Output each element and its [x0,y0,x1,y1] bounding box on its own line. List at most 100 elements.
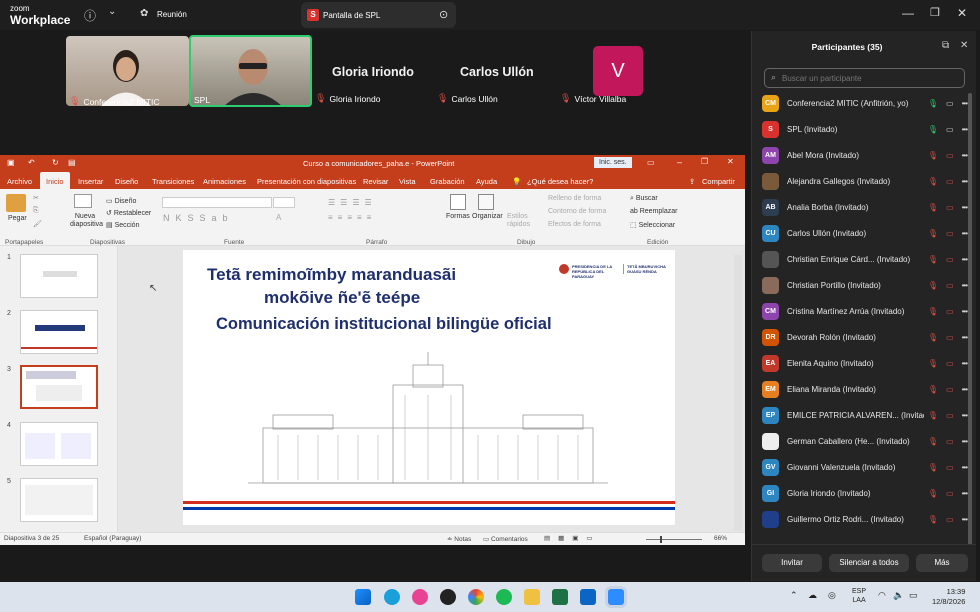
participant-row[interactable]: Christian Portillo (Invitado) 🎙 ▭ ••• [762,272,968,298]
copilot-icon[interactable] [412,589,428,605]
slide-thumbnail[interactable] [20,254,98,298]
mic-status-icon[interactable]: 🎙 [928,359,938,368]
zoom-app-icon[interactable] [608,589,624,605]
present-icon[interactable]: ▤ [68,158,76,167]
camera-status-icon[interactable]: ▭ [946,255,954,264]
new-slide-button[interactable]: Nueva diapositiva [70,213,103,229]
shape-fill-button[interactable]: Relleno de forma [548,195,601,202]
camera-status-icon[interactable]: ▭ [946,203,954,212]
tell-me-search[interactable]: ¿Qué desea hacer? [527,177,593,186]
more-options-icon[interactable]: ••• [962,463,968,472]
more-options-icon[interactable]: ••• [962,203,968,212]
more-options-icon[interactable]: ••• [962,359,968,368]
more-options-icon[interactable]: ••• [962,255,968,264]
screen-share-tab[interactable]: S Pantalla de SPL ⊙ [301,2,456,28]
participant-row[interactable]: Christian Enrique Cárd... (Invitado) 🎙 ▭ ••… [762,246,968,272]
slide[interactable]: Tetã remimoĩmby maranduasãi mokõive ñe'ẽ… [183,250,675,525]
more-options-icon[interactable]: ••• [962,411,968,420]
shapes-button[interactable]: Formas [446,213,470,220]
mic-status-icon[interactable]: 🎙 [928,333,938,342]
more-options-icon[interactable]: ••• [962,125,968,134]
mic-status-icon[interactable]: 🎙 [928,151,938,160]
ribbon-display-icon[interactable]: ▭ [647,158,655,167]
more-options-icon[interactable]: ••• [962,99,968,108]
mic-status-icon[interactable]: 🎙 [928,411,938,420]
tab-revisar[interactable]: Revisar [363,177,388,186]
tab-ayuda[interactable]: Ayuda [476,177,497,186]
close-icon[interactable]: ✕ [960,40,968,51]
paste-button[interactable]: Pegar [8,215,27,222]
close-icon[interactable]: ✕ [957,6,967,20]
mic-status-icon[interactable]: 🎙 [928,489,938,498]
mic-status-icon[interactable]: 🎙 [928,385,938,394]
tab-animaciones[interactable]: Animaciones [203,177,246,186]
outlook-icon[interactable] [580,589,596,605]
layout-button[interactable]: ▭ Diseño [106,197,136,205]
camera-status-icon[interactable]: ▭ [946,151,954,160]
new-slide-icon[interactable] [74,194,92,208]
mute-all-button[interactable]: Silenciar a todos [829,554,909,572]
video-tile-spl-active[interactable]: SPL [189,35,312,107]
undo-icon[interactable]: ↶ [28,158,35,167]
participant-row[interactable]: GI Gloria Iriondo (Invitado) 🎙 ▭ ••• [762,480,968,506]
participant-row[interactable]: EP EMILCE PATRICIA ALVAREN... (Invitado) 🎙… [762,402,968,428]
camera-status-icon[interactable]: ▭ [946,99,954,108]
more-options-icon[interactable]: ••• [962,281,968,290]
camera-status-icon[interactable]: ▭ [946,177,954,186]
replace-button[interactable]: ab Reemplazar [630,208,677,215]
meeting-tab-label[interactable]: Reunión [157,10,187,19]
sign-in-button[interactable]: Inic. ses. [594,157,632,168]
camera-status-icon[interactable]: ▭ [946,281,954,290]
participant-row[interactable]: AM Abel Mora (Invitado) 🎙 ▭ ••• [762,142,968,168]
mic-status-icon[interactable]: 🎙 [928,307,938,316]
battery-icon[interactable]: ▭ [909,590,918,601]
comments-button[interactable]: ▭ Comentarios [483,535,528,543]
mic-status-icon[interactable]: 🎙 [928,255,938,264]
mic-status-icon[interactable]: 🎙 [928,203,938,212]
font-color-icon[interactable]: A [276,213,281,222]
format-painter-icon[interactable]: 🖌 [33,220,42,228]
reset-button[interactable]: ↺ Restablecer [106,209,151,217]
edge-icon[interactable] [384,589,400,605]
zoom-slider[interactable] [646,539,702,540]
font-format-buttons[interactable]: NKSSab [163,213,234,223]
participant-row[interactable]: CM Cristina Martínez Arrúa (Invitado) 🎙 ▭ ••… [762,298,968,324]
quick-styles-button[interactable]: Estilos rápidos [507,213,533,229]
zoom-slider-thumb[interactable] [660,536,662,543]
camera-status-icon[interactable]: ▭ [946,411,954,420]
shape-effects-button[interactable]: Efectos de forma [548,221,601,228]
font-size-select[interactable] [273,197,295,208]
find-button[interactable]: ⌕ Buscar [630,195,658,203]
more-options-icon[interactable]: ••• [962,307,968,316]
chrome-icon[interactable] [468,589,484,605]
slide-thumbnail[interactable] [20,310,98,354]
vertical-scrollbar[interactable] [734,255,742,531]
cloud-icon[interactable]: ☁ [808,590,817,601]
notes-button[interactable]: ≐ Notas [447,535,471,543]
select-button[interactable]: ⬚ Seleccionar [630,221,675,229]
participant-row[interactable]: AB Analia Borba (Invitado) 🎙 ▭ ••• [762,194,968,220]
participant-row[interactable]: EM Eliana Miranda (Invitado) 🎙 ▭ ••• [762,376,968,402]
more-options-icon[interactable]: ••• [962,489,968,498]
mic-status-icon[interactable]: 🎙 [928,281,938,290]
more-options-icon[interactable]: ••• [962,385,968,394]
start-icon[interactable] [355,589,371,605]
participant-row[interactable]: Alejandra Gallegos (Invitado) 🎙 ▭ ••• [762,168,968,194]
restore-icon[interactable]: ❐ [701,157,708,166]
section-button[interactable]: ▤ Sección [106,221,139,229]
chevron-down-icon[interactable]: ⌄ [108,6,116,17]
more-options-icon[interactable]: ••• [962,177,968,186]
file-explorer-icon[interactable] [524,589,540,605]
shape-outline-button[interactable]: Contorno de forma [548,208,606,215]
slide-thumbnail-selected[interactable] [20,365,98,409]
participant-row[interactable]: CU Carlos Ullón (Invitado) 🎙 ▭ ••• [762,220,968,246]
copy-icon[interactable]: ⎘ [33,207,39,215]
cut-icon[interactable]: ✂ [33,194,39,202]
mic-status-icon[interactable]: 🎙 [928,125,938,134]
participant-row[interactable]: Guillermo Ortiz Rodri... (Invitado) 🎙 ▭ ••• [762,506,968,532]
participant-row[interactable]: S SPL (Invitado) 🎙 ▭ ••• [762,116,968,142]
mic-status-icon[interactable]: 🎙 [928,437,938,446]
mic-status-icon[interactable]: 🎙 [928,229,938,238]
zoom-level[interactable]: 66% [714,535,727,542]
camera-status-icon[interactable]: ▭ [946,229,954,238]
